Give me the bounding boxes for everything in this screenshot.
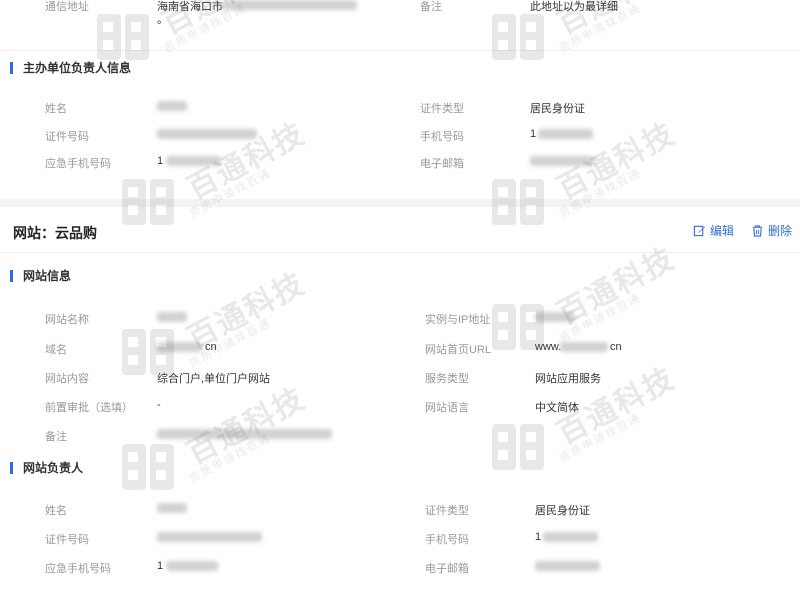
website-card: 网站：云品购 编辑 删除 网站信息 网站名称 实例与IP地址 域名 cn 网站首… (0, 207, 800, 600)
id-number-label: 证件号码 (45, 131, 89, 143)
mgr-emergency-mobile-label: 应急手机号码 (45, 563, 111, 575)
ip-redacted (535, 312, 575, 322)
domain-suffix: cn (205, 341, 217, 353)
website-info-section-title: 网站信息 (10, 270, 71, 282)
service-type-label: 服务类型 (425, 373, 469, 385)
emergency-mobile-redacted (166, 156, 221, 166)
mgr-mobile-redacted (543, 532, 598, 542)
owner-section-title: 主办单位负责人信息 (10, 62, 131, 74)
mgr-emergency-mobile-redacted (166, 561, 218, 571)
mobile-label: 手机号码 (420, 131, 464, 143)
mgr-id-type-label: 证件类型 (425, 505, 469, 517)
mgr-email-redacted (535, 561, 600, 571)
pre-approval-label: 前置审批（选填） (45, 402, 133, 414)
id-type-label: 证件类型 (420, 103, 464, 115)
mgr-name-redacted (157, 503, 187, 513)
delete-label: 删除 (768, 224, 793, 238)
address-redacted (222, 0, 357, 10)
email-redacted (530, 156, 595, 166)
trash-icon (752, 225, 763, 237)
id-number-redacted (157, 129, 257, 139)
content-label: 网站内容 (45, 373, 89, 385)
owner-info-card: 通信地址 海南省海口市 。 备注 此地址以为最详细 主办单位负责人信息 姓名 证… (0, 0, 800, 199)
mobile-value: 1 (530, 128, 537, 140)
emergency-mobile-value: 1 (157, 155, 164, 167)
email-label: 电子邮箱 (420, 158, 464, 170)
pre-approval-value: - (157, 399, 161, 411)
mgr-mobile-label: 手机号码 (425, 534, 469, 546)
homepage-url-redacted (560, 342, 608, 352)
domain-redacted (157, 342, 202, 352)
homepage-url-prefix: www. (535, 341, 562, 353)
mgr-email-label: 电子邮箱 (425, 563, 469, 575)
mgr-name-label: 姓名 (45, 505, 67, 517)
language-value: 中文简体 (535, 402, 579, 414)
ip-label: 实例与IP地址 (425, 314, 491, 326)
homepage-url-label: 网站首页URL (425, 344, 492, 356)
manager-section-title: 网站负责人 (10, 462, 83, 474)
mgr-id-number-label: 证件号码 (45, 534, 89, 546)
remark-value: 此地址以为最详细 (530, 1, 618, 13)
divider (0, 252, 800, 253)
edit-label: 编辑 (710, 224, 735, 238)
delete-button[interactable]: 删除 (751, 222, 792, 239)
service-type-value: 网站应用服务 (535, 373, 601, 385)
note-redacted (157, 429, 332, 439)
site-name-label: 网站名称 (45, 314, 89, 326)
edit-icon (693, 225, 706, 237)
note-label: 备注 (45, 431, 67, 443)
domain-label: 域名 (45, 344, 67, 356)
name-redacted (157, 101, 187, 111)
name-label: 姓名 (45, 103, 67, 115)
mgr-id-type-value: 居民身份证 (535, 505, 590, 517)
address-value-line2: 。 (157, 14, 168, 26)
edit-button[interactable]: 编辑 (693, 222, 734, 239)
mobile-redacted (538, 129, 593, 139)
divider (0, 50, 800, 51)
mgr-id-number-redacted (157, 532, 262, 542)
remark-label: 备注 (420, 1, 442, 13)
address-label: 通信地址 (45, 1, 89, 13)
website-title: 网站：云品购 (13, 225, 97, 241)
mgr-mobile-value: 1 (535, 531, 542, 543)
emergency-mobile-label: 应急手机号码 (45, 158, 111, 170)
mgr-emergency-mobile-value: 1 (157, 560, 164, 572)
site-name-redacted (157, 312, 187, 322)
homepage-url-suffix: cn (610, 341, 622, 353)
id-type-value: 居民身份证 (530, 103, 585, 115)
content-value: 综合门户,单位门户网站 (157, 373, 271, 385)
language-label: 网站语言 (425, 402, 469, 414)
